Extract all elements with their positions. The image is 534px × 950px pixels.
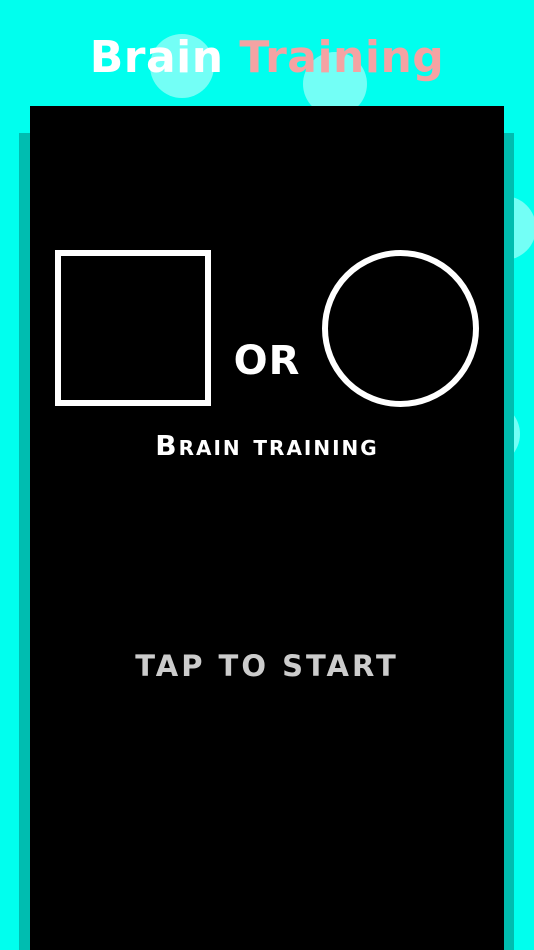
app-title-word-brain: Brain (89, 32, 224, 83)
square-shape-icon (55, 250, 211, 406)
app-title-word-training: Training (239, 32, 445, 83)
game-card[interactable] (30, 106, 504, 950)
or-label: OR (233, 338, 301, 384)
tap-to-start-button[interactable]: TAP TO START (30, 646, 504, 686)
app-title: Brain Training (0, 28, 534, 88)
game-subtitle: Brain training (155, 429, 379, 462)
circle-shape-icon (322, 250, 479, 407)
